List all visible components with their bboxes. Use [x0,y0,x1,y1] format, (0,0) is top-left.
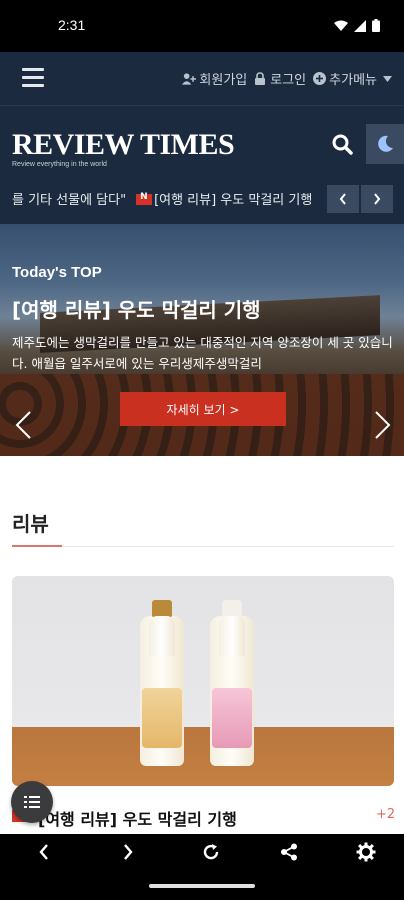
read-more-button[interactable]: 자세히 보기 > [120,392,286,426]
menu-button[interactable] [22,68,44,88]
ticker-controls [327,185,393,213]
status-icons [334,17,380,36]
chevron-left-icon [339,193,346,205]
more-menu-link[interactable]: 추가메뉴 [312,69,394,88]
chevron-right-icon [375,411,391,439]
status-bar: 2:31 [0,0,404,52]
ticker-text[interactable]: 를 기타 선물에 담다" [여행 리뷰] 우도 막걸리 기행 [12,189,326,208]
article-title[interactable]: [여행 리뷰] 우도 막걸리 기행 [38,806,237,830]
moon-icon [378,135,393,152]
signal-icon [354,17,366,36]
refresh-icon [203,844,219,860]
ticker-prev-item: 를 기타 선물에 담다" [12,193,127,208]
floating-list-button[interactable] [11,781,53,823]
logo-title: REVIEW TIMES [12,128,235,161]
chevron-right-icon [124,844,133,860]
share-button[interactable] [275,838,303,866]
login-link[interactable]: 로그인 [253,69,306,88]
forward-button[interactable] [114,838,142,866]
chevron-right-icon [374,193,381,205]
top-nav: 회원가입 로그인 추가메뉴 [0,52,404,106]
settings-button[interactable] [352,838,380,866]
site-logo[interactable]: REVIEW TIMES Review everything in the wo… [12,128,235,169]
chevron-left-icon [15,411,31,439]
main-content: 리뷰 [여행 리뷰] 우도 막걸리 기행 +2 [0,456,404,834]
hero-banner[interactable]: Today's TOP [여행 리뷰] 우도 막걸리 기행 제주도에는 생막걸리… [0,224,404,456]
bottle-left [140,600,184,766]
hero-next-button[interactable] [372,410,394,440]
bottle-right [210,600,254,766]
status-time: 2:31 [58,17,86,33]
news-ticker: 를 기타 선물에 담다" [여행 리뷰] 우도 막걸리 기행 [0,176,404,224]
battery-icon [372,17,380,36]
chevron-left-icon [39,844,48,860]
hero-description: 제주도에는 생막걸리를 만들고 있는 대중적인 지역 양조장이 세 곳 있습니다… [12,335,393,371]
site-header: REVIEW TIMES Review everything in the wo… [0,106,404,224]
menu-icon-bar [22,68,44,71]
new-badge-icon [136,192,153,205]
section-title: 리뷰 [12,512,49,536]
gear-icon [356,842,376,862]
section-divider [62,546,394,547]
caret-down-icon [380,72,394,86]
menu-icon-bar [22,84,44,87]
search-icon [332,134,353,155]
signup-link[interactable]: 회원가입 [182,69,247,88]
ticker-prev-button[interactable] [327,185,359,213]
hero-prev-button[interactable] [12,410,34,440]
dark-mode-toggle[interactable] [366,124,404,164]
list-icon [24,796,40,808]
logo-subtitle: Review everything in the world [12,161,107,168]
home-indicator[interactable] [149,884,255,888]
nav-links: 회원가입 로그인 추가메뉴 [182,69,394,88]
user-plus-icon [182,72,197,86]
refresh-button[interactable] [197,838,225,866]
signup-label: 회원가입 [199,73,248,88]
ticker-current-item: [여행 리뷰] 우도 막걸리 기행 [154,193,313,208]
ticker-next-button[interactable] [361,185,393,213]
plus-circle-icon [312,72,326,86]
back-button[interactable] [30,838,58,866]
search-button[interactable] [330,132,356,158]
section-underline [12,545,62,547]
share-icon [281,843,297,861]
wifi-icon [334,17,348,36]
menu-icon-bar [22,76,44,79]
comment-count: +2 [376,807,396,822]
hero-label: Today's TOP [12,264,102,281]
article-thumbnail[interactable] [12,576,394,786]
more-menu-label: 추가메뉴 [329,73,377,88]
login-label: 로그인 [270,73,307,88]
browser-toolbar [0,834,404,900]
hero-title[interactable]: [여행 리뷰] 우도 막걸리 기행 [12,294,261,323]
lock-icon [253,72,267,86]
